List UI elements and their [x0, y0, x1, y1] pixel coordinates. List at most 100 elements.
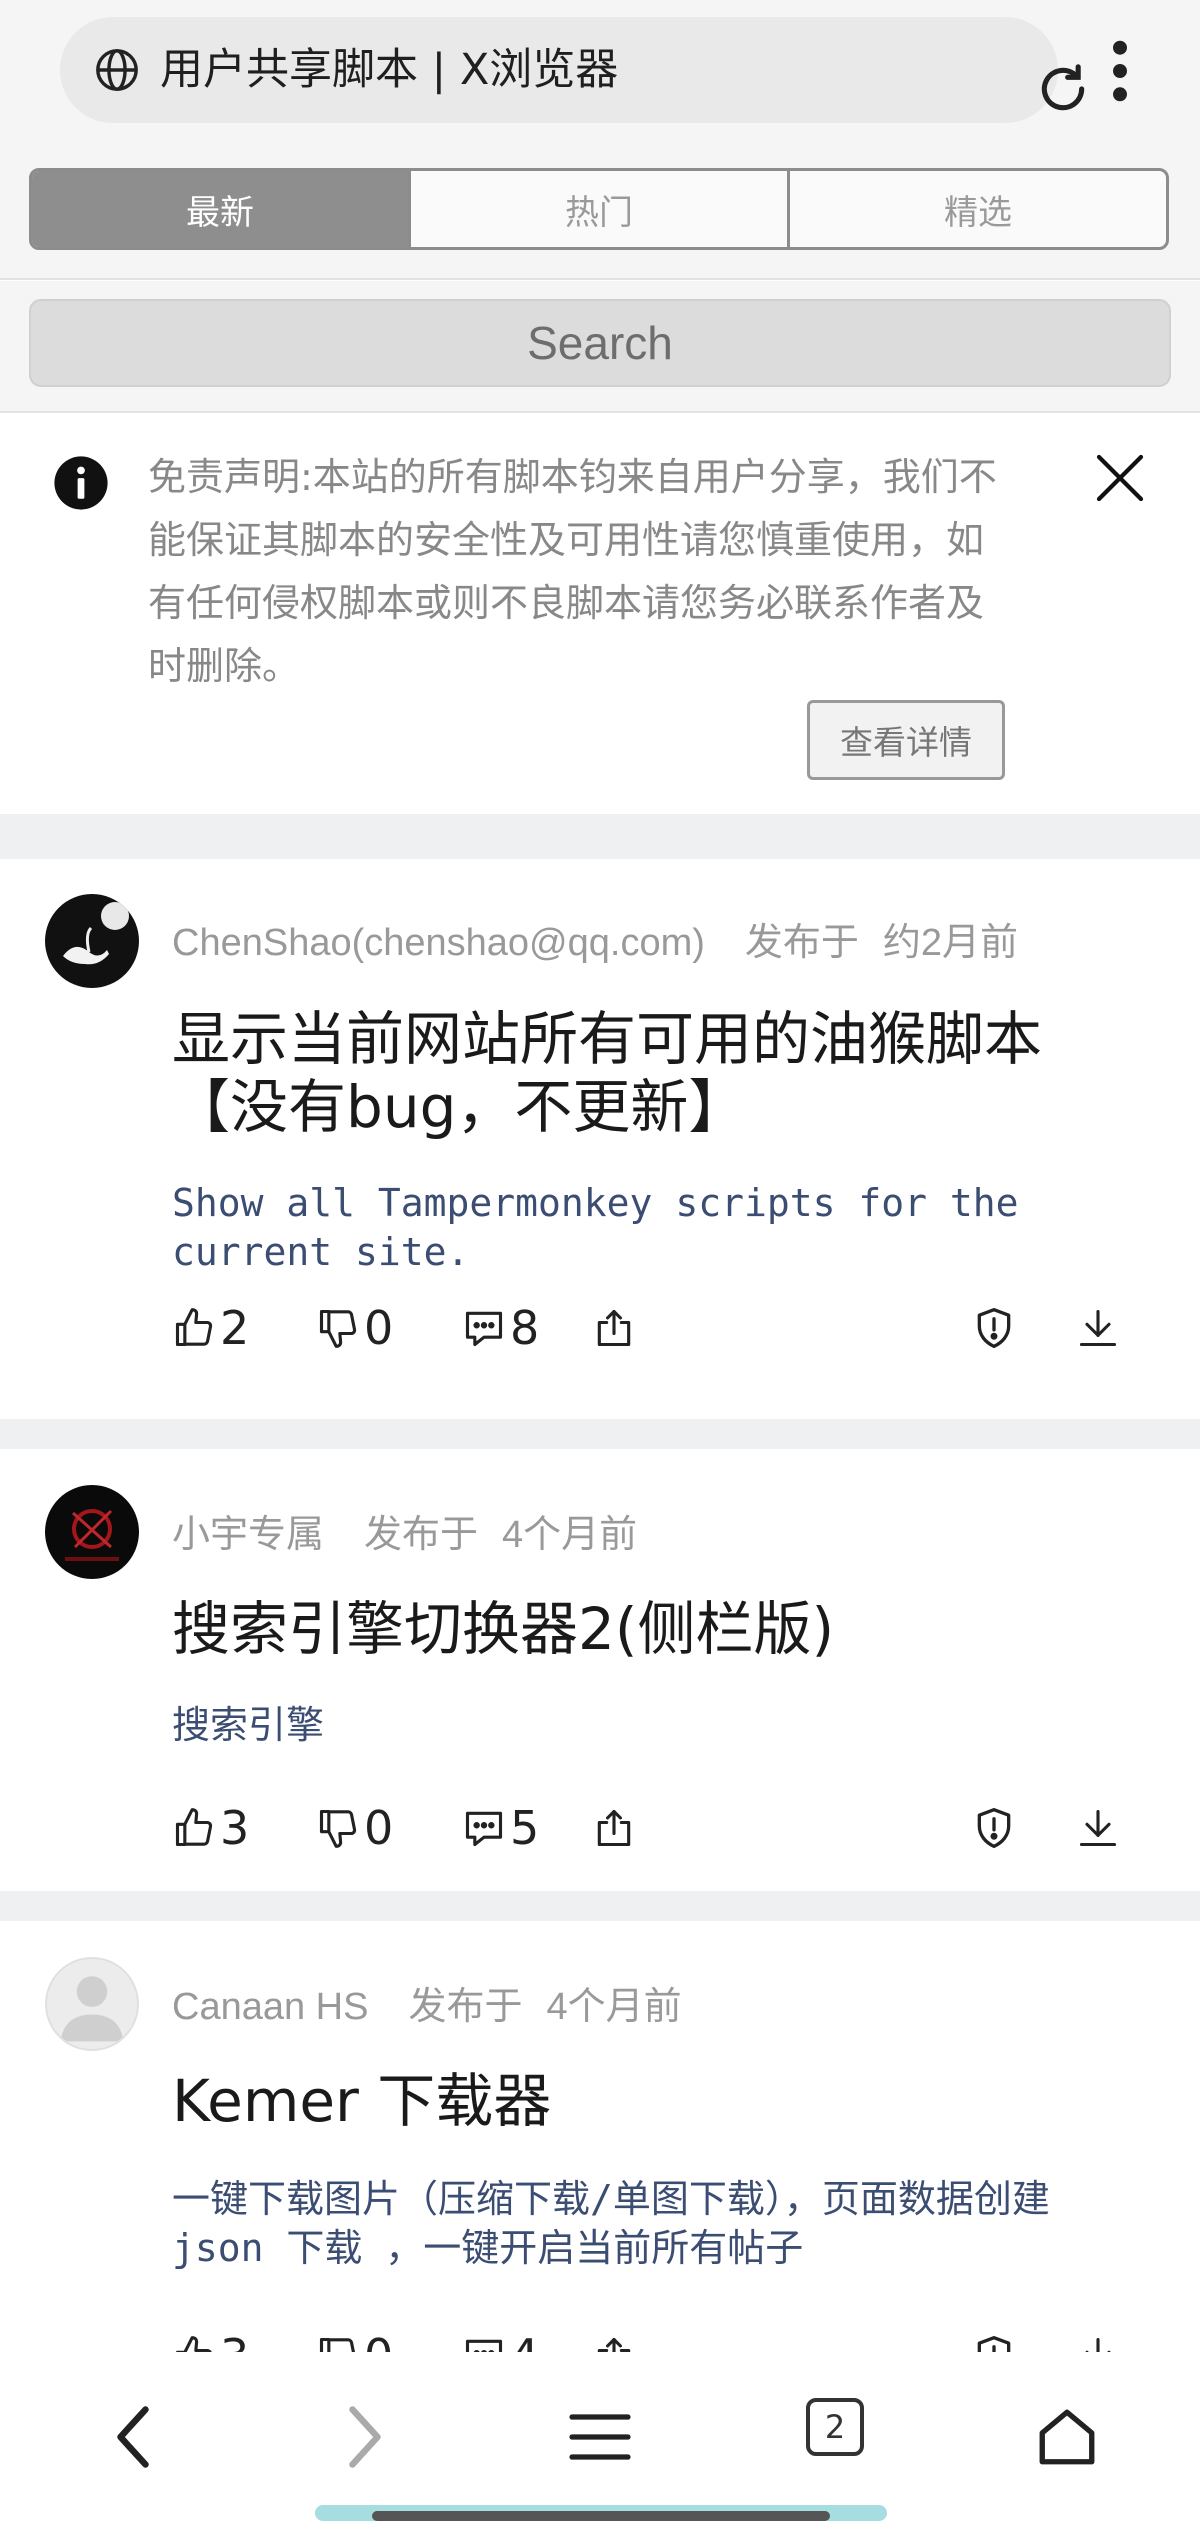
post-meta: ChenShao(chenshao@qq.com) 发布于 约2月前	[172, 911, 1018, 966]
filter-tabs-area: 最新 热门 精选	[0, 148, 1200, 280]
shield-alert-icon	[977, 2336, 1011, 2352]
author-name[interactable]: Canaan HS	[172, 1986, 368, 2028]
post-meta: Canaan HS 发布于 4个月前	[172, 1975, 682, 2030]
post-card[interactable]: ChenShao(chenshao@qq.com) 发布于 约2月前 显示当前网站所…	[0, 859, 1200, 1419]
avatar[interactable]	[45, 1485, 139, 1579]
report-button[interactable]	[972, 1793, 1020, 1863]
download-button[interactable]	[1076, 1793, 1124, 1863]
segmented-tabs: 最新 热门 精选	[29, 168, 1169, 250]
dislike-button[interactable]: 0	[316, 2321, 393, 2352]
avatar[interactable]	[45, 894, 139, 988]
swan-avatar-icon	[45, 894, 139, 988]
post-meta: 小宇专属 发布于 4个月前	[172, 1503, 637, 1558]
download-button[interactable]	[1076, 1293, 1124, 1363]
search-area	[0, 281, 1200, 413]
bottom-navigation: 2	[0, 2352, 1200, 2546]
comment-icon	[465, 1811, 503, 1847]
like-count: 3	[220, 1801, 250, 1855]
view-details-button[interactable]: 查看详情	[807, 700, 1005, 780]
post-description: 搜索引擎	[172, 1703, 325, 1747]
post-card[interactable]: Canaan HS 发布于 4个月前 Kemer 下载器 一键下载图片（压缩下载/单…	[0, 1921, 1200, 2352]
comment-count: 4	[510, 2329, 539, 2352]
info-icon	[54, 456, 108, 510]
dislike-count: 0	[364, 1801, 394, 1855]
dislike-count: 0	[364, 1301, 394, 1355]
post-time: 4个月前	[546, 1986, 682, 2028]
tab-latest[interactable]: 最新	[32, 171, 411, 247]
comment-count: 5	[510, 1801, 540, 1855]
globe-icon	[96, 49, 138, 91]
disclaimer-notice: 免责声明:本站的所有脚本钧来自用户分享，我们不能保证其脚本的安全性及可用性请您慎…	[0, 414, 1200, 814]
tab-featured[interactable]: 精选	[790, 171, 1166, 247]
back-button[interactable]	[88, 2392, 178, 2482]
address-bar[interactable]: 用户共享脚本 | X浏览器	[60, 17, 1085, 123]
post-time: 4个月前	[502, 1514, 638, 1556]
menu-button[interactable]	[555, 2392, 645, 2482]
post-actions: 3 0 5	[172, 1793, 1132, 1863]
more-menu-icon[interactable]	[1100, 38, 1140, 104]
published-label: 发布于	[364, 1514, 479, 1556]
post-description: 一键下载图片（压缩下载/单图下载），页面数据创建 json 下载 ，一键开启当前…	[172, 2177, 1050, 2270]
comment-button[interactable]: 8	[462, 1293, 539, 1363]
home-icon	[1039, 2409, 1095, 2465]
comment-icon	[465, 2339, 503, 2352]
share-button[interactable]	[592, 2321, 640, 2352]
section-divider	[0, 1419, 1200, 1449]
search-input[interactable]	[29, 299, 1171, 387]
published-label: 发布于	[408, 1986, 523, 2028]
download-icon	[1085, 2337, 1111, 2352]
red-logo-avatar-icon	[45, 1485, 139, 1579]
home-button[interactable]	[1022, 2392, 1112, 2482]
share-icon	[597, 2337, 631, 2352]
comment-button[interactable]: 5	[462, 1793, 539, 1863]
hamburger-menu-icon	[569, 2414, 631, 2460]
gesture-bar[interactable]	[372, 2511, 830, 2521]
report-button[interactable]	[972, 1293, 1020, 1363]
chevron-left-icon	[117, 2406, 149, 2468]
dislike-button[interactable]: 0	[316, 1293, 393, 1363]
author-name[interactable]: 小宇专属	[172, 1514, 324, 1556]
chevron-right-icon	[349, 2406, 381, 2468]
close-icon[interactable]	[1092, 450, 1148, 506]
like-button[interactable]: 3	[172, 2321, 249, 2352]
tab-popular[interactable]: 热门	[411, 171, 790, 247]
share-icon	[597, 1809, 631, 1847]
section-divider	[0, 1891, 1200, 1921]
post-title[interactable]: 搜索引擎切换器2(侧栏版)	[172, 1595, 1112, 1663]
forward-button[interactable]	[320, 2392, 410, 2482]
post-actions: 3 0 4	[172, 2321, 1132, 2352]
like-button[interactable]: 3	[172, 1793, 249, 1863]
reload-icon[interactable]	[1035, 61, 1091, 117]
page-title: 用户共享脚本 | X浏览器	[160, 45, 619, 95]
post-title[interactable]: Kemer 下载器	[172, 2067, 1112, 2135]
dislike-count: 0	[364, 2329, 393, 2352]
post-time: 约2月前	[882, 922, 1019, 964]
avatar[interactable]	[45, 1957, 139, 2051]
thumbs-up-icon	[175, 1808, 213, 1847]
thumbs-up-icon	[175, 2336, 212, 2352]
download-button[interactable]	[1076, 2321, 1124, 2352]
tabs-button[interactable]: 2	[806, 2398, 864, 2456]
thumbs-down-icon	[319, 2337, 355, 2352]
default-user-icon	[60, 1976, 124, 2042]
share-button[interactable]	[592, 1293, 640, 1363]
comment-icon	[465, 1311, 503, 1347]
like-count: 2	[220, 1301, 250, 1355]
report-button[interactable]	[972, 2321, 1020, 2352]
post-description: Show all Tampermonkey scripts for the cu…	[172, 1181, 1019, 1274]
disclaimer-text: 免责声明:本站的所有脚本钧来自用户分享，我们不能保证其脚本的安全性及可用性请您慎…	[148, 455, 997, 688]
thumbs-down-icon	[319, 1309, 357, 1348]
thumbs-down-icon	[319, 1809, 357, 1848]
author-name[interactable]: ChenShao(chenshao@qq.com)	[172, 922, 705, 964]
share-button[interactable]	[592, 1793, 640, 1863]
shield-alert-icon	[977, 1308, 1011, 1348]
post-card[interactable]: 小宇专属 发布于 4个月前 搜索引擎切换器2(侧栏版) 搜索引擎 3 0 5	[0, 1449, 1200, 1891]
like-count: 3	[220, 2329, 249, 2352]
comment-button[interactable]: 4	[462, 2321, 539, 2352]
download-icon	[1079, 1809, 1117, 1847]
download-icon	[1079, 1309, 1117, 1347]
dislike-button[interactable]: 0	[316, 1793, 393, 1863]
post-title[interactable]: 显示当前网站所有可用的油猴脚本【没有bug，不更新】	[172, 1005, 1112, 1141]
post-actions: 2 0 8	[172, 1293, 1132, 1363]
like-button[interactable]: 2	[172, 1293, 249, 1363]
